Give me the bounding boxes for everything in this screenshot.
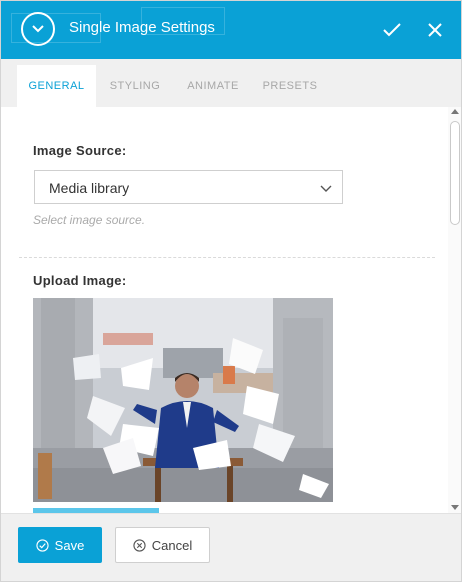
dialog-title: Single Image Settings (69, 19, 215, 36)
close-icon (428, 23, 442, 37)
section-divider (19, 257, 435, 258)
image-thumbnail (33, 298, 333, 502)
image-source-help: Select image source. (33, 213, 146, 227)
collapse-button[interactable] (21, 12, 55, 46)
scroll-up-icon[interactable] (451, 109, 459, 114)
tab-styling[interactable]: STYLING (102, 65, 168, 107)
dialog-footer: Save Cancel (1, 513, 461, 581)
chevron-down-icon (320, 185, 332, 192)
check-icon (383, 23, 401, 37)
tab-presets[interactable]: PRESETS (257, 65, 323, 107)
scroll-thumb[interactable] (450, 121, 460, 225)
x-circle-icon (133, 538, 146, 552)
image-source-select[interactable]: Media library (34, 170, 343, 204)
save-button-label: Save (54, 537, 85, 553)
scroll-down-icon[interactable] (451, 505, 459, 510)
confirm-button[interactable] (379, 17, 405, 43)
close-button[interactable] (422, 17, 448, 43)
uploaded-image-preview[interactable] (33, 298, 333, 502)
general-tab-content: Image Source: Media library Select image… (3, 107, 447, 513)
tab-general[interactable]: GENERAL (17, 65, 96, 107)
image-source-value: Media library (49, 180, 130, 196)
cancel-button[interactable]: Cancel (115, 527, 210, 563)
dialog-titlebar: Single Image Settings (1, 1, 461, 59)
save-button[interactable]: Save (18, 527, 102, 563)
settings-tabs: GENERAL STYLING ANIMATE PRESETS (1, 59, 461, 107)
single-image-settings-dialog: Single Image Settings GENERAL STYLING AN… (0, 0, 462, 582)
cancel-button-label: Cancel (151, 537, 193, 553)
check-circle-icon (36, 538, 49, 552)
upload-image-label: Upload Image: (33, 273, 127, 288)
tab-animate[interactable]: ANIMATE (179, 65, 247, 107)
image-source-label: Image Source: (33, 143, 127, 158)
content-scrollbar[interactable] (448, 107, 461, 513)
chevron-down-icon (32, 25, 44, 33)
